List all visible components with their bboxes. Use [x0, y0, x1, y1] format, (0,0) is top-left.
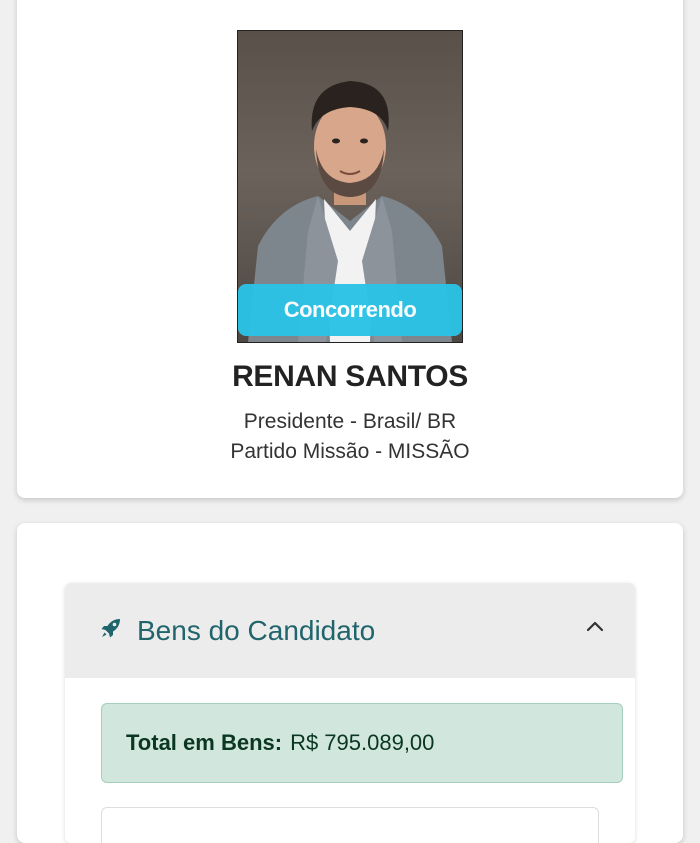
- asset-list-item: [101, 807, 599, 843]
- chevron-up-icon[interactable]: [585, 619, 605, 633]
- total-assets-alert: Total em Bens: R$ 795.089,00: [101, 703, 623, 783]
- candidate-photo: Concorrendo: [237, 30, 463, 343]
- candidate-office: Presidente - Brasil/ BR: [243, 410, 457, 433]
- candidate-card: Concorrendo RENAN SANTOS Presidente - Br…: [17, 0, 683, 498]
- rocket-icon: [99, 616, 123, 645]
- assets-accordion-header[interactable]: Bens do Candidato: [65, 583, 635, 678]
- assets-card: Bens do Candidato Total em Bens: R$ 795.…: [17, 523, 683, 843]
- total-assets-value: R$ 795.089,00: [290, 730, 435, 755]
- total-assets-label: Total em Bens:: [126, 730, 283, 755]
- assets-accordion: Bens do Candidato Total em Bens: R$ 795.…: [65, 583, 635, 843]
- candidate-name: RENAN SANTOS: [232, 360, 468, 393]
- candidate-party: Partido Missão - MISSÃO: [230, 440, 470, 463]
- status-badge: Concorrendo: [238, 284, 462, 336]
- assets-section-title: Bens do Candidato: [137, 614, 376, 646]
